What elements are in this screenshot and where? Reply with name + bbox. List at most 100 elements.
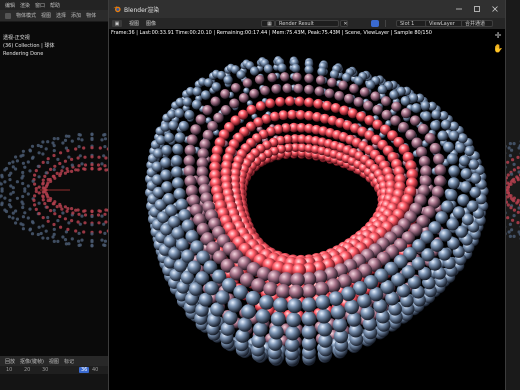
maximize-icon <box>474 6 480 12</box>
sphere <box>66 227 70 231</box>
menu-help[interactable]: 帮助 <box>50 2 60 9</box>
header-menu-add[interactable]: 添加 <box>71 12 81 19</box>
viewport-header: 物体模式 视图 选择 添加 物体 <box>0 10 110 22</box>
ruler-tick: 10 <box>6 367 13 373</box>
sphere <box>100 138 104 142</box>
pan-hand-icon[interactable]: ✋ <box>493 43 503 53</box>
view-layer-dropdown[interactable]: ViewLayer <box>425 20 465 27</box>
sphere <box>102 243 106 247</box>
minimize-button[interactable] <box>453 3 465 15</box>
sphere <box>33 203 37 207</box>
sphere <box>77 133 81 137</box>
current-frame-indicator[interactable]: 36 <box>79 367 90 373</box>
sphere <box>329 69 340 79</box>
sphere <box>43 174 47 178</box>
sphere <box>36 143 40 148</box>
sphere <box>316 308 332 324</box>
close-button[interactable] <box>489 3 501 15</box>
timeline-track[interactable] <box>0 374 108 390</box>
sphere <box>301 283 317 299</box>
sphere <box>245 290 261 306</box>
sphere <box>63 217 67 221</box>
sphere <box>83 221 87 225</box>
sphere <box>510 148 514 152</box>
sphere <box>516 166 520 170</box>
sphere <box>63 138 68 142</box>
sphere <box>34 169 38 173</box>
sphere <box>294 96 305 107</box>
sphere <box>74 147 78 151</box>
sphere <box>31 221 35 225</box>
timeline-menu-keying[interactable]: 抠像(键帧) <box>20 358 44 365</box>
sphere <box>52 227 56 231</box>
sphere <box>330 304 346 320</box>
sphere <box>449 121 459 132</box>
mode-select[interactable]: 物体模式 <box>16 12 36 19</box>
render-window-title: Blender渲染 <box>124 6 160 14</box>
sphere <box>80 138 84 142</box>
sphere <box>236 70 246 80</box>
sphere <box>20 200 24 204</box>
sphere <box>97 167 101 171</box>
sphere <box>21 161 25 165</box>
image-name-field[interactable]: Render Result <box>275 20 339 27</box>
sphere <box>377 84 388 95</box>
sphere <box>11 186 15 190</box>
sphere <box>168 120 179 131</box>
sphere <box>83 155 87 159</box>
sphere <box>359 87 370 98</box>
header-menu-view[interactable]: 视图 <box>41 12 51 19</box>
menu-edit[interactable]: 编辑 <box>5 2 15 9</box>
sphere <box>26 160 30 164</box>
sample-tool-icon[interactable]: ✛ <box>493 30 503 40</box>
header-menu-select[interactable]: 选择 <box>56 12 66 19</box>
timeline-menu-playback[interactable]: 回放 <box>5 358 15 365</box>
editor-type-icon[interactable] <box>5 12 11 19</box>
sphere <box>71 211 75 215</box>
sphere <box>8 178 12 182</box>
sphere <box>430 120 441 131</box>
sphere <box>506 216 510 220</box>
sphere <box>349 83 359 94</box>
header-menu-object[interactable]: 物体 <box>86 12 96 19</box>
render-window-titlebar[interactable]: Blender渲染 <box>109 0 505 18</box>
render-pass-dropdown[interactable]: 合并通道 <box>461 20 493 27</box>
menu-image[interactable]: 图像 <box>146 20 156 27</box>
maximize-button[interactable] <box>471 3 483 15</box>
sphere <box>363 100 374 111</box>
sphere <box>512 234 516 238</box>
background-viewport[interactable] <box>0 22 108 354</box>
sphere <box>448 130 460 141</box>
menu-view[interactable]: 视图 <box>129 20 139 27</box>
timeline-menu-marker[interactable]: 标记 <box>64 358 74 365</box>
sphere <box>76 168 80 172</box>
sphere <box>464 145 475 157</box>
sphere <box>273 297 289 313</box>
menu-window[interactable]: 窗口 <box>35 2 45 9</box>
sphere <box>100 162 104 166</box>
sphere <box>90 167 94 171</box>
display-channel-icon[interactable] <box>371 20 379 27</box>
sphere <box>97 155 101 159</box>
timeline-menu-view[interactable]: 视图 <box>49 358 59 365</box>
image-browse-icon[interactable]: ▦ <box>261 20 275 27</box>
menu-render[interactable]: 渲染 <box>20 2 30 9</box>
sphere <box>301 311 317 327</box>
sphere <box>90 243 94 248</box>
pin-icon[interactable]: ✕ <box>340 20 348 27</box>
sphere <box>507 230 511 234</box>
sphere <box>324 88 335 99</box>
sphere <box>437 130 449 142</box>
sphere <box>41 236 45 240</box>
sphere <box>83 167 87 171</box>
sphere <box>21 205 25 210</box>
sphere <box>357 293 372 309</box>
editor-type-icon[interactable]: ▣ <box>112 20 122 27</box>
timeline-ruler[interactable]: 10 20 30 36 40 <box>0 366 108 374</box>
sphere <box>341 286 356 302</box>
sphere <box>506 185 510 189</box>
sphere <box>74 229 78 233</box>
render-result-canvas[interactable] <box>109 38 505 390</box>
blender-logo-icon <box>113 6 121 13</box>
sphere <box>66 169 70 173</box>
